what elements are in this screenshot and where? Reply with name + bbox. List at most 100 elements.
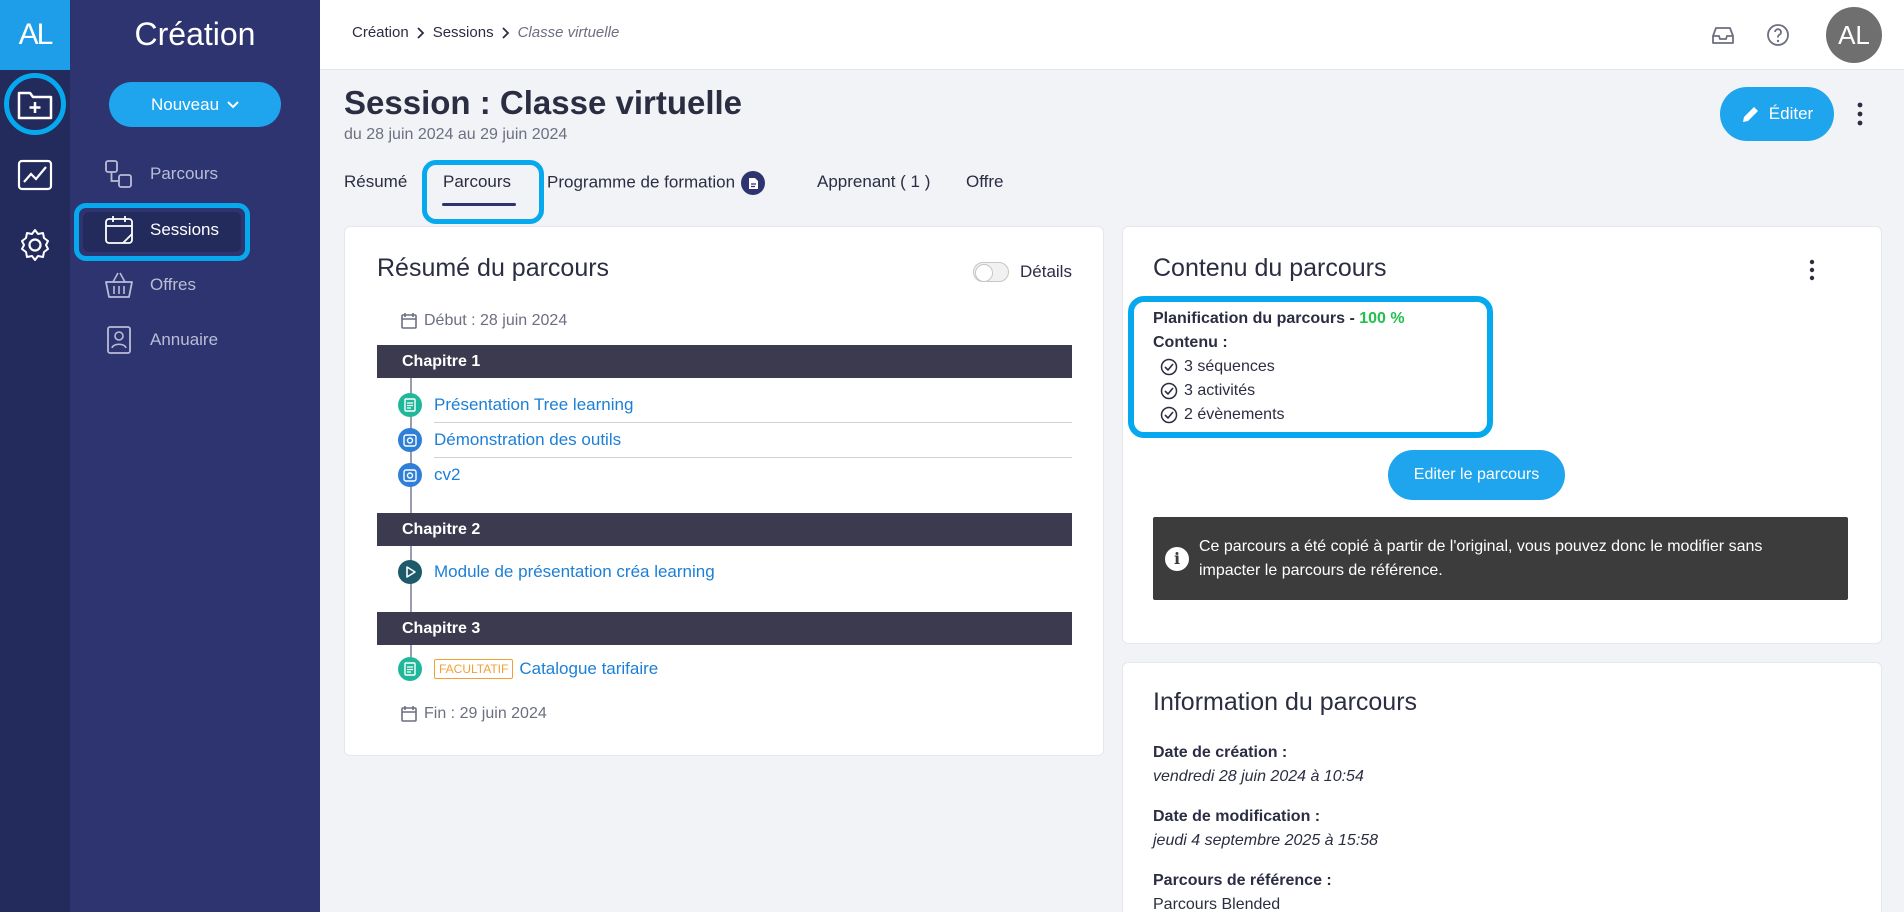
sidebar: Création Nouveau Parcours Sessions Offre… [70,0,320,912]
document-icon [398,657,422,681]
basket-icon [105,272,133,298]
item-content: FACULTATIF Catalogue tarifaire [434,659,658,679]
summary-title: Résumé du parcours [377,254,610,282]
page-title: Session : Classe virtuelle [344,84,743,121]
content-label-text: Contenu : [1153,334,1228,351]
document-icon [741,171,766,195]
planning-line: Planification du parcours - 100 % [1153,310,1405,328]
alert-text: Ce parcours a été copié à partir de l'or… [1199,538,1763,579]
modified-label: Date de modification : [1153,808,1321,825]
created-label: Date de création : [1153,744,1288,761]
item-label: Démonstration des outils [434,430,622,449]
breadcrumb: Création Sessions Classe virtuelle [352,24,619,41]
divider [434,422,1072,423]
play-icon [398,560,422,584]
breadcrumb-item-creation[interactable]: Création [352,24,409,41]
chapter-3-header: Chapitre 3 [377,612,1072,645]
check-circle-icon [1160,358,1178,376]
breadcrumb-item-sessions[interactable]: Sessions [433,24,494,41]
count-sequences: 3 séquences [1160,358,1275,376]
tab-parcours[interactable]: Parcours [443,172,511,192]
details-label: Détails [1020,262,1072,281]
sidebar-item-label: Offres [150,275,196,294]
breadcrumb-current: Classe virtuelle [517,24,620,41]
sidebar-item-label: Sessions [150,220,219,239]
created-value: vendredi 28 juin 2024 à 10:54 [1153,768,1364,785]
end-date: Fin : 29 juin 2024 [400,705,547,723]
count-events: 2 évènements [1160,406,1285,424]
contact-book-icon [107,326,131,354]
edit-button-label: Éditer [1768,104,1814,123]
chart-icon[interactable] [11,151,59,199]
folder-plus-icon[interactable] [4,73,66,135]
session-dates: du 28 juin 2024 au 29 juin 2024 [344,126,568,143]
end-date-text: Fin : 29 juin 2024 [424,705,547,722]
start-date: Début : 28 juin 2024 [400,312,567,330]
sidebar-item-parcours[interactable]: Parcours [104,154,218,194]
module-title: Création [134,16,256,52]
reference-label: Parcours de référence : [1153,872,1332,889]
list-item[interactable]: cv2 [398,463,460,487]
details-toggle[interactable] [973,262,1009,282]
edit-parcours-button[interactable]: Editer le parcours [1388,450,1565,500]
check-circle-icon [1160,382,1178,400]
more-options-icon[interactable] [1806,258,1818,282]
tab-programme-de-formation[interactable]: Programme de formation [547,171,766,195]
info-icon: i [1165,547,1189,571]
gear-icon[interactable] [11,221,59,269]
sidebar-item-label: Parcours [150,164,219,183]
content-title: Contenu du parcours [1153,254,1387,282]
calendar-icon [401,313,417,329]
planning-label: Planification du parcours - [1153,310,1360,327]
icon-rail: AL [0,0,70,912]
chevron-down-icon [227,100,239,108]
highlight-parcours-tab [422,160,544,224]
content-label: Contenu : [1153,334,1228,352]
tab-apprenant[interactable]: Apprenant ( 1 ) [817,172,930,192]
list-item[interactable]: Démonstration des outils [398,428,621,452]
sidebar-item-label: Annuaire [150,330,219,349]
count-text: 3 activités [1184,382,1256,399]
document-icon [398,393,422,417]
list-item[interactable]: FACULTATIF Catalogue tarifaire [398,657,658,681]
chevron-right-icon [417,26,424,39]
sidebar-item-sessions[interactable]: Sessions [104,210,219,250]
modified-value: jeudi 4 septembre 2025 à 15:58 [1153,832,1379,849]
edit-button[interactable]: Éditer [1720,87,1834,141]
new-button-label: Nouveau [150,94,220,114]
divider [434,457,1072,458]
list-item[interactable]: Présentation Tree learning [398,393,633,417]
count-activities: 3 activités [1160,382,1255,400]
pencil-icon [1742,107,1758,122]
top-bar: Création Sessions Classe virtuelle AL [320,0,1904,70]
chapter-1-header: Chapitre 1 [377,345,1072,378]
count-text: 3 séquences [1184,358,1275,375]
camera-icon [398,428,422,452]
item-label: Catalogue tarifaire [519,659,659,678]
start-date-text: Début : 28 juin 2024 [424,312,568,329]
app-logo[interactable]: AL [0,0,70,70]
list-item[interactable]: Module de présentation créa learning [398,560,715,584]
chevron-right-icon [501,26,509,39]
chapter-2-header: Chapitre 2 [377,513,1072,546]
avatar[interactable]: AL [1826,7,1882,63]
tab-label: Programme de formation [547,172,736,192]
item-label: Présentation Tree learning [434,395,634,414]
tab-resume[interactable]: Résumé [344,172,407,192]
new-button[interactable]: Nouveau [109,82,281,127]
more-options-icon[interactable] [1854,100,1866,128]
sidebar-item-offres[interactable]: Offres [104,265,196,305]
timeline-line [410,645,412,657]
reference-value[interactable]: Parcours Blended [1153,896,1280,912]
item-label: cv2 [434,465,461,484]
inbox-icon[interactable] [1710,22,1736,48]
sidebar-item-annuaire[interactable]: Annuaire [104,320,218,360]
item-label: Module de présentation créa learning [434,562,715,581]
help-icon[interactable] [1765,22,1791,48]
tab-offre[interactable]: Offre [966,172,1003,192]
check-circle-icon [1160,406,1178,424]
copy-info-alert: i Ce parcours a été copié à partir de l'… [1153,517,1848,600]
workflow-icon [105,160,132,188]
information-title: Information du parcours [1153,688,1418,716]
planning-value: 100 % [1359,310,1405,327]
